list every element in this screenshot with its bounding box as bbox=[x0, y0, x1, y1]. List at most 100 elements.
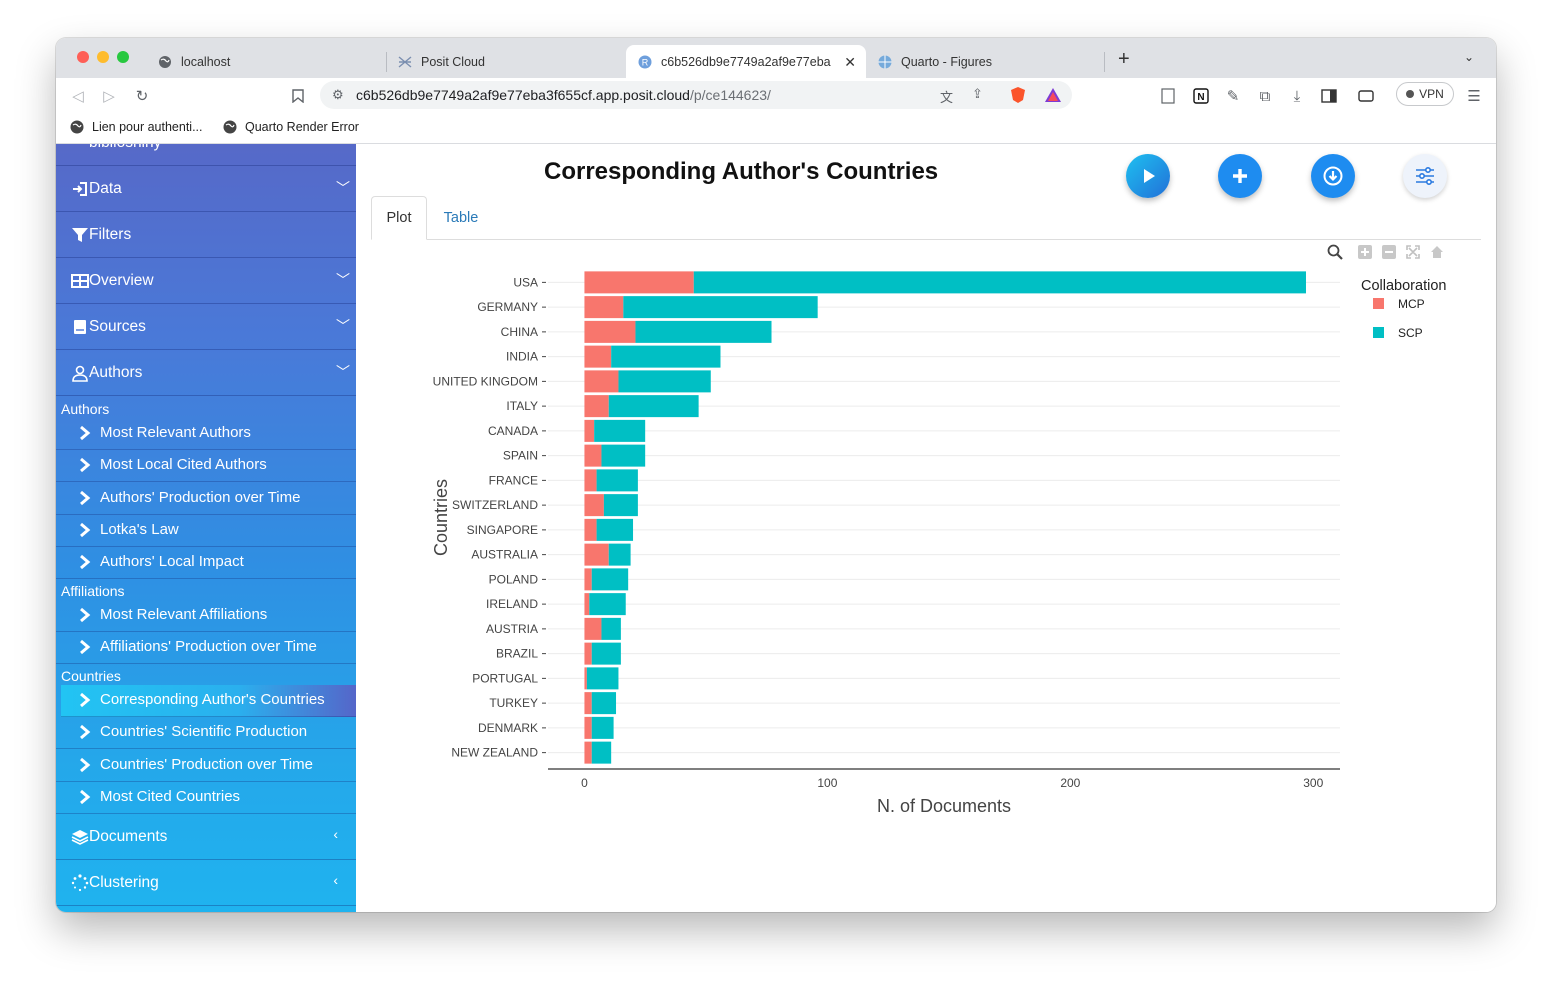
menu-icon[interactable]: ☰ bbox=[1464, 86, 1484, 106]
sidebar-item-most-relevant-authors[interactable]: Most Relevant Authors bbox=[56, 418, 356, 450]
sidebar-item-authors[interactable]: Authors ﹀ bbox=[56, 350, 356, 396]
chevron-right-icon bbox=[80, 607, 91, 623]
sidebar-section-authors: Authors bbox=[61, 401, 110, 417]
sidebar-item-most-local-cited-authors[interactable]: Most Local Cited Authors bbox=[56, 450, 356, 482]
y-tick-label: AUSTRIA bbox=[486, 622, 538, 636]
chevron-down-icon: ﹀ bbox=[336, 272, 350, 288]
sign-in-icon bbox=[73, 182, 87, 196]
back-icon[interactable]: ◁ bbox=[68, 86, 88, 106]
sidebar-item-countries-scientific-production[interactable]: Countries' Scientific Production bbox=[56, 717, 356, 749]
tab-localhost[interactable]: localhost bbox=[146, 45, 386, 78]
zoom-window-button[interactable] bbox=[117, 51, 129, 63]
y-tick-label: DENMARK bbox=[478, 721, 538, 735]
site-settings-icon[interactable]: ⚙ bbox=[332, 87, 344, 103]
reader-icon[interactable] bbox=[1158, 86, 1178, 106]
x-axis-title: N. of Documents bbox=[877, 796, 1011, 816]
tab-active-app[interactable]: R c6b526db9e7749a2af9e77eba ✕ bbox=[626, 45, 866, 78]
sidebar-toggle-icon[interactable] bbox=[1319, 86, 1339, 106]
y-tick-label: INDIA bbox=[506, 350, 538, 364]
chevron-right-icon bbox=[80, 692, 91, 708]
sidebar-item-most-cited-countries[interactable]: Most Cited Countries bbox=[56, 782, 356, 814]
table-icon bbox=[71, 274, 89, 288]
bookmark-item[interactable]: Quarto Render Error bbox=[223, 120, 359, 134]
vpn-status-icon bbox=[1406, 90, 1415, 98]
sidebar-item-most-relevant-affiliations[interactable]: Most Relevant Affiliations bbox=[56, 600, 356, 632]
chevron-right-icon bbox=[80, 789, 91, 805]
bar-scp bbox=[608, 395, 699, 418]
new-tab-icon[interactable]: + bbox=[1118, 48, 1130, 71]
close-tab-icon[interactable]: ✕ bbox=[844, 54, 856, 71]
sidebar-item-authors-production[interactable]: Authors' Production over Time bbox=[56, 483, 356, 515]
sidebar-item-countries-production-over-time[interactable]: Countries' Production over Time bbox=[56, 750, 356, 782]
bookmark-icon[interactable] bbox=[288, 86, 308, 106]
bar-mcp bbox=[584, 469, 597, 492]
translate-icon[interactable]: 文 bbox=[940, 87, 953, 106]
brave-rewards-icon[interactable] bbox=[1044, 87, 1062, 108]
x-tick-label: 0 bbox=[581, 776, 588, 790]
sidebar-section-countries: Countries bbox=[61, 668, 121, 684]
forward-icon[interactable]: ▷ bbox=[99, 86, 119, 106]
extensions-icon[interactable]: ⧉ bbox=[1255, 86, 1275, 106]
share-icon[interactable]: ⇪ bbox=[972, 86, 983, 102]
tab-posit-cloud[interactable]: Posit Cloud bbox=[386, 45, 626, 78]
bar-scp bbox=[603, 494, 638, 517]
brave-shield-icon[interactable] bbox=[1010, 86, 1026, 109]
bar-mcp bbox=[584, 568, 592, 591]
chevron-down-icon: ﹀ bbox=[336, 318, 350, 334]
y-tick-label: UNITED KINGDOM bbox=[433, 374, 538, 388]
y-tick-label: CANADA bbox=[488, 424, 538, 438]
color-picker-icon[interactable]: ✎ bbox=[1223, 86, 1243, 106]
legend-swatch-scp bbox=[1373, 327, 1384, 338]
sidebar-item-lotkas-law[interactable]: Lotka's Law bbox=[56, 515, 356, 547]
close-window-button[interactable] bbox=[77, 51, 89, 63]
bar-mcp bbox=[584, 370, 619, 393]
legend-label-scp: SCP bbox=[1398, 326, 1423, 340]
globe-icon bbox=[70, 120, 84, 134]
y-tick-label: SINGAPORE bbox=[467, 523, 538, 537]
bar-mcp bbox=[584, 617, 602, 640]
bar-scp bbox=[591, 692, 617, 715]
wallet-icon[interactable] bbox=[1356, 86, 1376, 106]
sidebar-item-overview[interactable]: Overview ﹀ bbox=[56, 258, 356, 304]
sidebar-item-sources[interactable]: Sources ﹀ bbox=[56, 304, 356, 350]
bar-scp bbox=[591, 568, 629, 591]
y-tick-label: CHINA bbox=[501, 325, 538, 339]
bar-scp bbox=[623, 296, 818, 319]
x-tick-label: 300 bbox=[1303, 776, 1323, 790]
bar-scp bbox=[596, 469, 638, 492]
bar-scp bbox=[601, 444, 646, 467]
minimize-window-button[interactable] bbox=[97, 51, 109, 63]
vpn-button[interactable]: VPN bbox=[1396, 82, 1454, 106]
sidebar-item-biblioshiny[interactable]: biblioshiny bbox=[56, 144, 356, 166]
chevron-down-icon: ﹀ bbox=[336, 364, 350, 380]
tab-quarto-figures[interactable]: Quarto - Figures bbox=[866, 45, 1104, 78]
sidebar-item-data[interactable]: Data ﹀ bbox=[56, 166, 356, 212]
bar-mcp bbox=[584, 419, 595, 442]
bookmark-item[interactable]: Lien pour authenti... bbox=[70, 120, 203, 134]
chevron-right-icon bbox=[80, 724, 91, 740]
chevron-right-icon bbox=[80, 757, 91, 773]
bar-mcp bbox=[584, 395, 609, 418]
chevron-left-icon: ‹ bbox=[333, 872, 338, 888]
sidebar-item-authors-local-impact[interactable]: Authors' Local Impact bbox=[56, 547, 356, 579]
y-tick-label: AUSTRALIA bbox=[471, 548, 538, 562]
globe-icon bbox=[158, 55, 172, 69]
y-tick-label: ITALY bbox=[506, 399, 538, 413]
notion-icon[interactable]: N bbox=[1191, 86, 1211, 106]
tab-list-chevron-icon[interactable]: ⌄ bbox=[1464, 50, 1474, 64]
download-icon[interactable]: ⤓ bbox=[1287, 86, 1307, 106]
reload-icon[interactable]: ↻ bbox=[132, 86, 152, 106]
sidebar-item-affiliations-production[interactable]: Affiliations' Production over Time bbox=[56, 632, 356, 664]
sidebar-item-corresponding-authors-countries[interactable]: Corresponding Author's Countries bbox=[61, 685, 356, 717]
chevron-down-icon: ﹀ bbox=[336, 180, 350, 196]
sidebar-item-filters[interactable]: Filters bbox=[56, 212, 356, 258]
bar-scp bbox=[591, 642, 621, 665]
sidebar-item-clustering[interactable]: Clustering ‹ bbox=[56, 860, 356, 906]
bar-mcp bbox=[584, 345, 612, 368]
user-icon bbox=[72, 365, 88, 382]
bar-mcp bbox=[584, 642, 592, 665]
sidebar-item-documents[interactable]: Documents ‹ bbox=[56, 814, 356, 860]
address-bar[interactable]: ⚙ c6b526db9e7749a2af9e77eba3f655cf.app.p… bbox=[320, 81, 1072, 109]
browser-toolbar: ◁ ▷ ↻ ⚙ c6b526db9e7749a2af9e77eba3f655cf… bbox=[56, 78, 1496, 114]
bar-scp bbox=[586, 667, 619, 690]
